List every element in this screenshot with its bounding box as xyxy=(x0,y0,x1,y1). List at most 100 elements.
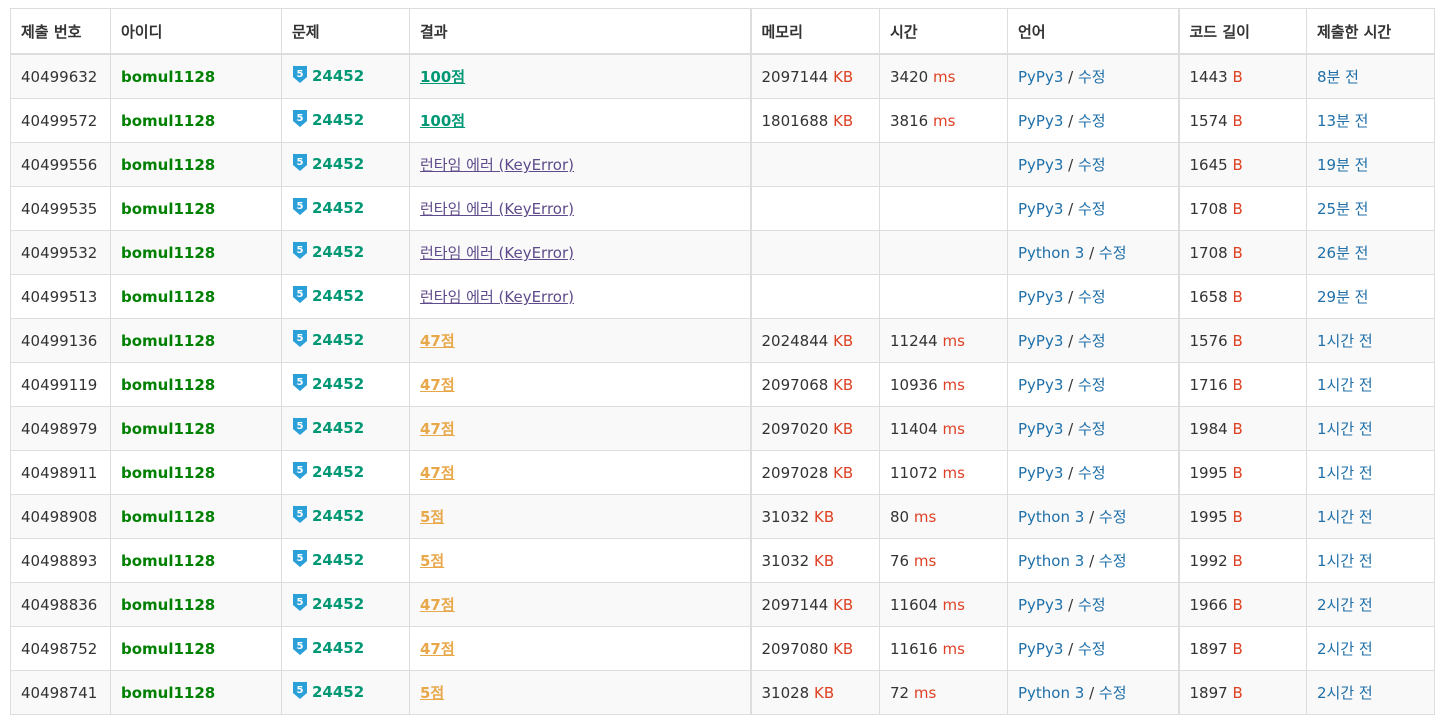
problem-link[interactable]: 24452 xyxy=(312,639,364,657)
user-link[interactable]: bomul1128 xyxy=(121,596,215,614)
result-link[interactable]: 100점 xyxy=(420,112,465,130)
language-link[interactable]: Python 3 xyxy=(1018,508,1084,526)
edit-link[interactable]: 수정 xyxy=(1078,420,1106,438)
edit-link[interactable]: 수정 xyxy=(1099,552,1127,570)
language-link[interactable]: PyPy3 xyxy=(1018,420,1063,438)
user-link[interactable]: bomul1128 xyxy=(121,112,215,130)
memory-value: 31032 xyxy=(761,551,810,570)
result-link[interactable]: 100점 xyxy=(420,68,465,86)
problem-link[interactable]: 24452 xyxy=(312,419,364,437)
result-link[interactable]: 47점 xyxy=(420,640,455,658)
submitted-at-link[interactable]: 1시간 전 xyxy=(1317,420,1373,438)
edit-link[interactable]: 수정 xyxy=(1078,596,1106,614)
user-link[interactable]: bomul1128 xyxy=(121,244,215,262)
language-link[interactable]: Python 3 xyxy=(1018,684,1084,702)
submission-id: 40499119 xyxy=(21,375,98,394)
submitted-at-link[interactable]: 13분 전 xyxy=(1317,112,1368,130)
result-link[interactable]: 5점 xyxy=(420,684,444,702)
submitted-at-cell: 1시간 전 xyxy=(1306,538,1435,583)
submitted-at-link[interactable]: 1시간 전 xyxy=(1317,376,1373,394)
user-link[interactable]: bomul1128 xyxy=(121,332,215,350)
time-cell xyxy=(879,230,1008,275)
edit-link[interactable]: 수정 xyxy=(1078,288,1106,306)
edit-link[interactable]: 수정 xyxy=(1078,200,1106,218)
user-link[interactable]: bomul1128 xyxy=(121,288,215,306)
problem-link[interactable]: 24452 xyxy=(312,683,364,701)
language-link[interactable]: PyPy3 xyxy=(1018,376,1063,394)
user-link[interactable]: bomul1128 xyxy=(121,640,215,658)
result-link[interactable]: 47점 xyxy=(420,376,455,394)
user-link[interactable]: bomul1128 xyxy=(121,508,215,526)
submitted-at-link[interactable]: 29분 전 xyxy=(1317,288,1368,306)
submitted-at-link[interactable]: 1시간 전 xyxy=(1317,508,1373,526)
submitted-at-link[interactable]: 2시간 전 xyxy=(1317,684,1373,702)
language-link[interactable]: Python 3 xyxy=(1018,552,1084,570)
problem-link[interactable]: 24452 xyxy=(312,287,364,305)
edit-link[interactable]: 수정 xyxy=(1078,112,1106,130)
user-link[interactable]: bomul1128 xyxy=(121,420,215,438)
problem-link[interactable]: 24452 xyxy=(312,111,364,129)
result-link[interactable]: 47점 xyxy=(420,596,455,614)
language-link[interactable]: PyPy3 xyxy=(1018,288,1063,306)
language-link[interactable]: PyPy3 xyxy=(1018,464,1063,482)
submitted-at-link[interactable]: 1시간 전 xyxy=(1317,552,1373,570)
submitted-at-link[interactable]: 19분 전 xyxy=(1317,156,1368,174)
time-value: 10936 xyxy=(890,375,938,394)
submitted-at-link[interactable]: 1시간 전 xyxy=(1317,464,1373,482)
problem-link[interactable]: 24452 xyxy=(312,551,364,569)
user-link[interactable]: bomul1128 xyxy=(121,684,215,702)
user-link[interactable]: bomul1128 xyxy=(121,464,215,482)
edit-link[interactable]: 수정 xyxy=(1078,376,1106,394)
submitted-at-link[interactable]: 2시간 전 xyxy=(1317,640,1373,658)
user-link[interactable]: bomul1128 xyxy=(121,200,215,218)
edit-link[interactable]: 수정 xyxy=(1078,156,1106,174)
language-link[interactable]: PyPy3 xyxy=(1018,596,1063,614)
edit-link[interactable]: 수정 xyxy=(1099,684,1127,702)
edit-link[interactable]: 수정 xyxy=(1099,244,1127,262)
submitted-at-link[interactable]: 26분 전 xyxy=(1317,244,1368,262)
user-link[interactable]: bomul1128 xyxy=(121,552,215,570)
edit-link[interactable]: 수정 xyxy=(1078,68,1106,86)
result-link[interactable]: 47점 xyxy=(420,464,455,482)
edit-link[interactable]: 수정 xyxy=(1078,332,1106,350)
language-link[interactable]: PyPy3 xyxy=(1018,156,1063,174)
result-link[interactable]: 47점 xyxy=(420,420,455,438)
result-link[interactable]: 런타임 에러 (KeyError) xyxy=(420,200,574,218)
problem-link[interactable]: 24452 xyxy=(312,243,364,261)
problem-link[interactable]: 24452 xyxy=(312,199,364,217)
result-link[interactable]: 런타임 에러 (KeyError) xyxy=(420,244,574,262)
tier-icon: 5 xyxy=(292,549,308,572)
problem-link[interactable]: 24452 xyxy=(312,67,364,85)
language-link[interactable]: PyPy3 xyxy=(1018,68,1063,86)
result-link[interactable]: 런타임 에러 (KeyError) xyxy=(420,156,574,174)
problem-link[interactable]: 24452 xyxy=(312,595,364,613)
submitted-at-link[interactable]: 8분 전 xyxy=(1317,68,1359,86)
language-link[interactable]: PyPy3 xyxy=(1018,640,1063,658)
result-link[interactable]: 5점 xyxy=(420,552,444,570)
problem-link[interactable]: 24452 xyxy=(312,375,364,393)
tier-icon: 5 xyxy=(292,285,308,308)
edit-link[interactable]: 수정 xyxy=(1078,640,1106,658)
submission-id-cell: 40498893 xyxy=(10,538,111,583)
result-link[interactable]: 47점 xyxy=(420,332,455,350)
user-link[interactable]: bomul1128 xyxy=(121,376,215,394)
problem-link[interactable]: 24452 xyxy=(312,331,364,349)
user-link[interactable]: bomul1128 xyxy=(121,156,215,174)
user-link[interactable]: bomul1128 xyxy=(121,68,215,86)
memory-unit: KB xyxy=(833,639,854,658)
language-link[interactable]: Python 3 xyxy=(1018,244,1084,262)
problem-link[interactable]: 24452 xyxy=(312,155,364,173)
problem-link[interactable]: 24452 xyxy=(312,507,364,525)
language-link[interactable]: PyPy3 xyxy=(1018,112,1063,130)
submitted-at-link[interactable]: 25분 전 xyxy=(1317,200,1368,218)
submitted-at-link[interactable]: 2시간 전 xyxy=(1317,596,1373,614)
result-link[interactable]: 런타임 에러 (KeyError) xyxy=(420,288,574,306)
language-link[interactable]: PyPy3 xyxy=(1018,332,1063,350)
problem-link[interactable]: 24452 xyxy=(312,463,364,481)
edit-link[interactable]: 수정 xyxy=(1078,464,1106,482)
language-link[interactable]: PyPy3 xyxy=(1018,200,1063,218)
result-link[interactable]: 5점 xyxy=(420,508,444,526)
user-cell: bomul1128 xyxy=(110,230,282,275)
submitted-at-link[interactable]: 1시간 전 xyxy=(1317,332,1373,350)
edit-link[interactable]: 수정 xyxy=(1099,508,1127,526)
